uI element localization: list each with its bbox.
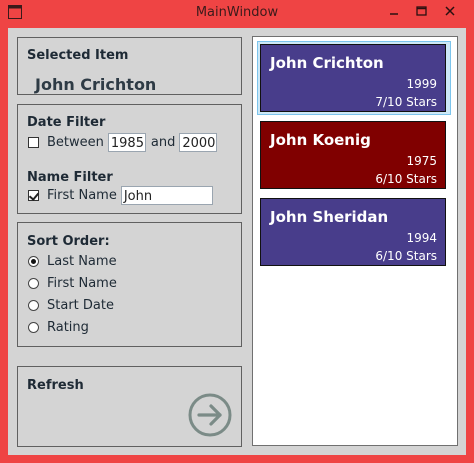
sort-option-label: Last Name [47, 254, 117, 269]
date-and-label: and [150, 135, 176, 150]
sort-option-label: Rating [47, 320, 89, 335]
person-rating: 7/10 Stars [375, 95, 437, 109]
radio-button[interactable] [28, 256, 39, 267]
person-name: John Sheridan [270, 208, 389, 226]
name-filter-row: First Name John [28, 186, 213, 205]
sort-order-panel: Sort Order: Last Name First Name Start D… [17, 222, 242, 347]
person-name: John Crichton [270, 54, 384, 72]
minimize-icon[interactable] [384, 4, 404, 20]
refresh-label: Refresh [27, 378, 84, 393]
date-from-input[interactable]: 1985 [107, 133, 146, 152]
title-bar[interactable]: MainWindow [0, 0, 474, 27]
sort-option-label: First Name [47, 276, 117, 291]
arrow-right-circle-icon[interactable] [187, 392, 233, 438]
close-icon[interactable] [440, 4, 460, 20]
date-filter-row: Between 1985 and 2000 [28, 133, 218, 152]
name-filter-heading: Name Filter [27, 170, 113, 185]
date-filter-checkbox[interactable] [28, 137, 39, 148]
date-filter-heading: Date Filter [27, 115, 106, 130]
list-item[interactable]: John Koenig 1975 6/10 Stars [260, 121, 446, 189]
name-filter-label: First Name [47, 188, 117, 203]
window-client: Selected Item John Crichton Date Filter … [8, 28, 466, 455]
date-filter-label: Between [47, 135, 104, 150]
person-rating: 6/10 Stars [375, 172, 437, 186]
filter-panel: Date Filter Between 1985 and 2000 Name F… [17, 104, 242, 214]
sort-option-label: Start Date [47, 298, 114, 313]
maximize-icon[interactable] [411, 4, 431, 20]
radio-button[interactable] [28, 300, 39, 311]
person-name: John Koenig [270, 131, 371, 149]
first-name-input[interactable]: John [120, 186, 213, 205]
radio-button[interactable] [28, 322, 39, 333]
selected-item-name: John Crichton [35, 75, 157, 94]
person-rating: 6/10 Stars [375, 249, 437, 263]
person-year: 1999 [406, 77, 437, 91]
list-item[interactable]: John Sheridan 1994 6/10 Stars [260, 198, 446, 266]
name-filter-checkbox[interactable] [28, 190, 39, 201]
sort-option-first-name[interactable]: First Name [28, 276, 117, 291]
sort-order-heading: Sort Order: [27, 234, 110, 249]
person-year: 1994 [406, 231, 437, 245]
sort-option-rating[interactable]: Rating [28, 320, 89, 335]
sort-option-start-date[interactable]: Start Date [28, 298, 114, 313]
selected-item-heading: Selected Item [27, 48, 129, 63]
radio-button[interactable] [28, 278, 39, 289]
list-item[interactable]: John Crichton 1999 7/10 Stars [260, 44, 446, 112]
refresh-panel[interactable]: Refresh [17, 366, 242, 447]
date-to-input[interactable]: 2000 [179, 133, 218, 152]
sort-option-last-name[interactable]: Last Name [28, 254, 117, 269]
person-year: 1975 [406, 154, 437, 168]
people-list[interactable]: John Crichton 1999 7/10 Stars John Koeni… [252, 36, 458, 446]
selected-item-panel: Selected Item John Crichton [17, 37, 242, 95]
